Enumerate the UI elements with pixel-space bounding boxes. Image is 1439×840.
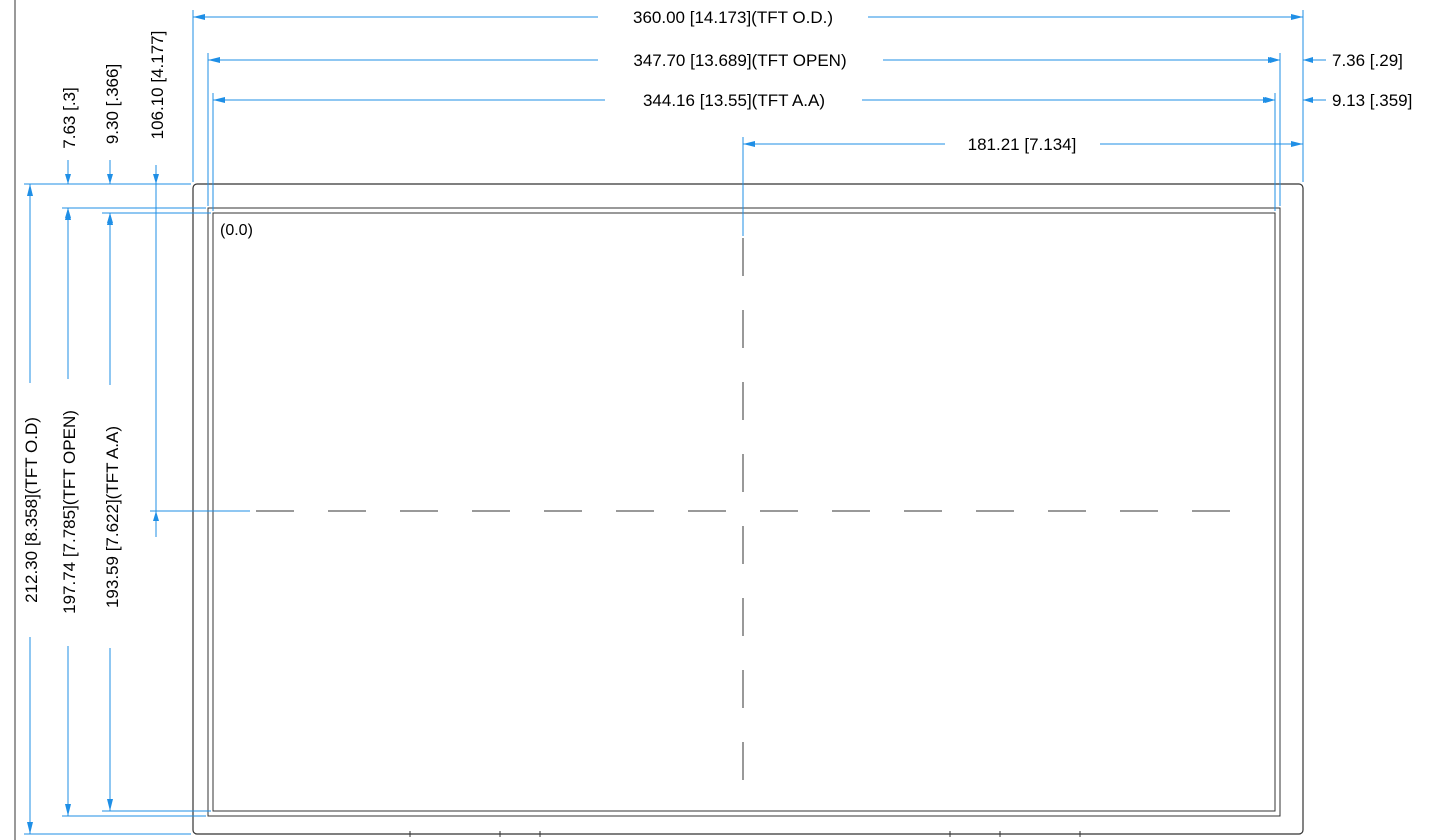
offset-aa-right-label: 9.13 [.359]: [1332, 91, 1412, 110]
center-y-label: 106.10 [4.177]: [148, 31, 167, 140]
width-aa-label: 344.16 [13.55](TFT A.A): [643, 91, 825, 110]
tft-mechanical-drawing: (0.0) 360.00 [14.173](TFT O.D.) 347.70 […: [14, 0, 1412, 840]
height-open-label: 197.74 [7.785](TFT OPEN): [60, 410, 79, 614]
dimension-offset-aa-right: 9.13 [.359]: [1265, 91, 1412, 110]
dimension-offset-open-top: 7.63 [.3]: [60, 87, 79, 218]
dimension-offset-aa-top: 9.30 [.366]: [103, 64, 122, 223]
dimension-height-od: 212.30 [8.358](TFT O.D): [22, 184, 41, 834]
dimension-width-open: 347.70 [13.689](TFT OPEN): [208, 51, 1280, 70]
dimension-width-active-area: 344.16 [13.55](TFT A.A): [213, 91, 1275, 110]
dimension-height-active-area: 193.59 [7.622](TFT A.A): [103, 213, 122, 811]
height-aa-label: 193.59 [7.622](TFT A.A): [103, 426, 122, 608]
offset-open-top-label: 7.63 [.3]: [60, 87, 79, 148]
center-x-label: 181.21 [7.134]: [968, 135, 1077, 154]
width-od-label: 360.00 [14.173](TFT O.D.): [633, 8, 833, 27]
width-open-label: 347.70 [13.689](TFT OPEN): [633, 51, 846, 70]
dimension-offset-open-right: 7.36 [.29]: [1270, 51, 1403, 70]
dimension-center-x: 181.21 [7.134]: [743, 135, 1303, 154]
dimension-height-open: 197.74 [7.785](TFT OPEN): [60, 208, 79, 816]
origin-label: (0.0): [220, 222, 253, 239]
offset-aa-top-label: 9.30 [.366]: [103, 64, 122, 144]
dimension-width-od: 360.00 [14.173](TFT O.D.): [193, 8, 1303, 27]
dimension-center-y: 106.10 [4.177]: [148, 31, 167, 537]
tft-outer-outline: [192, 183, 1304, 835]
offset-open-right-label: 7.36 [.29]: [1332, 51, 1403, 70]
tft-active-area-outline: [212, 212, 1276, 812]
height-od-label: 212.30 [8.358](TFT O.D): [22, 417, 41, 603]
tft-open-outline: [207, 207, 1281, 817]
